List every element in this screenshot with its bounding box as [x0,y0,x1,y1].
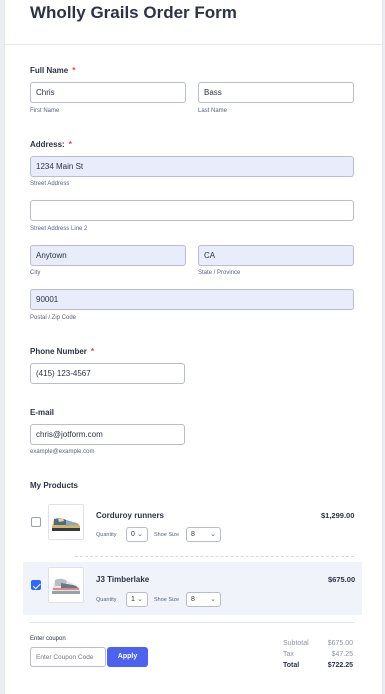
tax-value: $47.25 [331,651,353,658]
total-value: $722.25 [327,662,353,669]
product-checkbox[interactable] [31,517,41,527]
quantity-select[interactable]: 1 ⌄ [126,592,148,607]
chevron-down-icon: ⌄ [210,531,216,538]
product-price: $675.00 [328,575,356,584]
phone-label: Phone Number * [30,347,94,356]
quantity-value: 1 [131,596,135,603]
phone-label-text: Phone Number [30,347,87,356]
last-name-input[interactable] [198,82,354,103]
form-card: Wholly Grails Order Form Full Name* Firs… [4,0,383,694]
email-label: E-mail [30,408,55,417]
state-input[interactable] [198,245,354,266]
quantity-label: Quantity [96,597,117,603]
required-mark: * [90,347,95,356]
zip-code-input[interactable] [30,289,354,310]
shoe-size-value: 8 [191,596,195,603]
last-name-sublabel: Last Name [198,108,228,114]
total-label: Total [283,662,300,669]
product-price: $1,299.00 [321,511,355,520]
full-name-label: Full Name * [30,66,75,75]
product-checkbox[interactable] [31,580,41,590]
apply-coupon-button[interactable]: Apply [107,647,148,667]
shoe-size-value: 8 [191,531,195,538]
full-name-label-text: Full Name [30,66,69,75]
product-divider [75,556,354,557]
street-address-input[interactable] [30,156,354,177]
shoe-size-label: Shoe Size [154,597,180,603]
products-label: My Products [30,481,79,490]
email-input[interactable] [30,424,185,445]
quantity-label: Quantity [96,532,117,538]
required-mark: * [68,140,72,149]
first-name-sublabel: First Name [30,108,60,114]
chevron-down-icon: ⌄ [210,596,216,603]
shoe-size-label: Shoe Size [154,532,180,538]
required-mark: * [72,66,76,75]
quantity-value: 0 [131,531,135,538]
coupon-label: Enter coupon [30,636,66,642]
shoe-size-select[interactable]: 8 ⌄ [186,527,221,542]
shoe-size-select[interactable]: 8 ⌄ [186,592,221,607]
email-sublabel: example@example.com [30,449,95,455]
form-title: Wholly Grails Order Form [30,3,237,22]
tax-label: Tax [283,651,294,658]
product-row: Corduroy runners $1,299.00 Quantity 0 ⌄ … [23,500,362,554]
section-divider [30,622,354,623]
subtotal-value: $675.00 [327,640,353,647]
product-image [48,504,84,540]
product-row: J3 Timberlake $675.00 Quantity 1 ⌄ Shoe … [23,562,362,615]
city-sublabel: City [30,270,41,276]
street-address-line2-input[interactable] [30,200,354,221]
city-input[interactable] [30,245,186,266]
first-name-input[interactable] [30,82,186,103]
quantity-select[interactable]: 0 ⌄ [126,527,148,542]
coupon-code-input[interactable] [30,647,106,667]
address-label-text: Address: [30,140,65,149]
address-label: Address: * [30,140,72,149]
zip-code-sublabel: Postal / Zip Code [30,315,77,321]
product-image [48,567,84,603]
street-address-line2-sublabel: Street Address Line 2 [30,226,88,232]
product-name: J3 Timberlake [96,575,150,584]
shoe-image-icon [52,578,80,594]
form-header: Wholly Grails Order Form [5,0,382,45]
state-sublabel: State / Province [198,270,241,276]
shoe-image-icon [52,518,80,531]
chevron-down-icon: ⌄ [137,531,143,538]
chevron-down-icon: ⌄ [137,596,143,603]
product-name: Corduroy runners [96,511,165,520]
phone-input[interactable] [30,363,185,384]
street-address-sublabel: Street Address [30,181,70,187]
